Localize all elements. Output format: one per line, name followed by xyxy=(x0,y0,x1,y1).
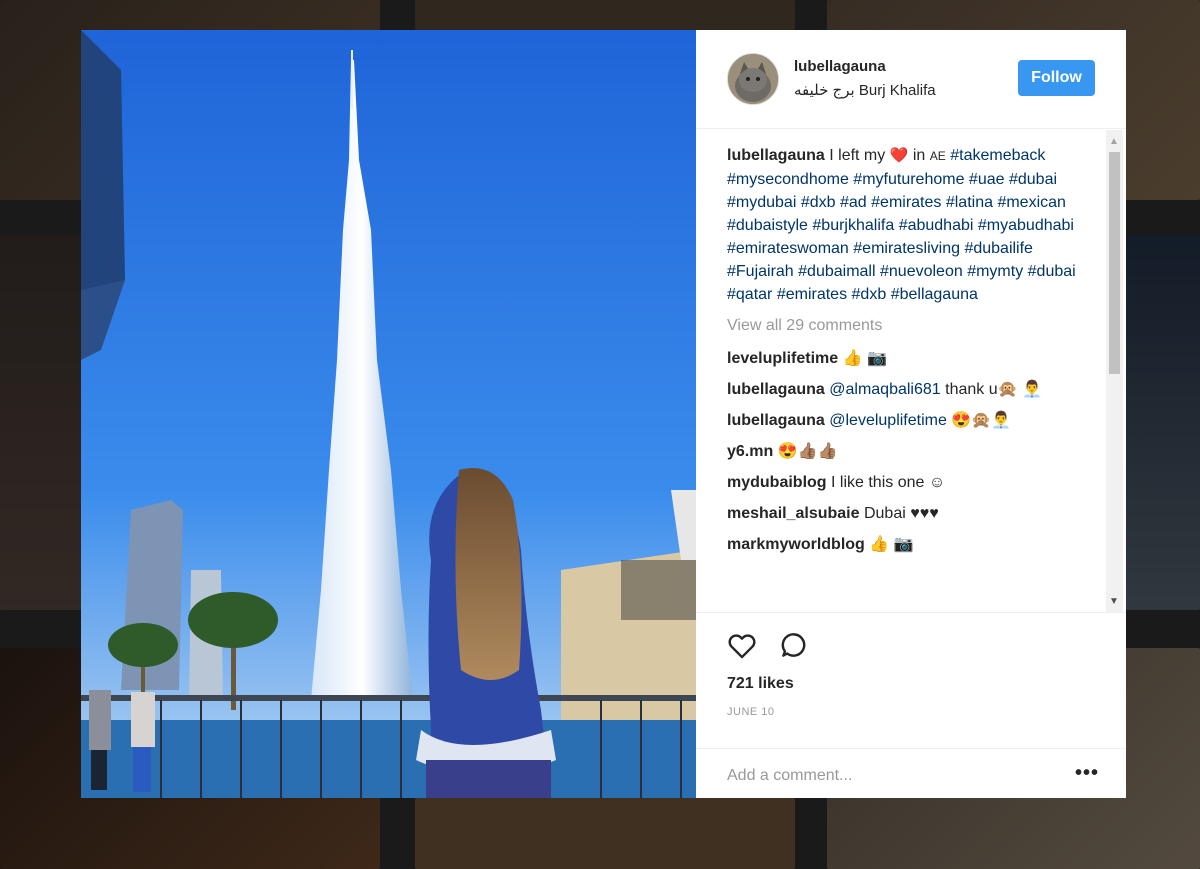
comment-text: 👍 📷 xyxy=(869,536,914,553)
scrollbar-thumb[interactable] xyxy=(1109,152,1120,374)
comment-username[interactable]: leveluplifetime xyxy=(727,350,838,367)
caption-text: I left my xyxy=(829,147,886,164)
comment-item: markmyworldblog 👍 📷 xyxy=(727,533,1102,556)
hashtag-link[interactable]: #qatar xyxy=(727,286,772,303)
hashtag-link[interactable]: #latina xyxy=(946,194,993,211)
comment-item: mydubaiblog I like this one ☺ xyxy=(727,471,1102,494)
comment-username[interactable]: mydubaiblog xyxy=(727,474,827,491)
hashtag-link[interactable]: #nuevoleon xyxy=(880,263,963,280)
comment-username[interactable]: lubellagauna xyxy=(727,381,825,398)
comment-text: 👍 📷 xyxy=(842,350,887,367)
hashtag-link[interactable]: #dubai xyxy=(1009,171,1057,188)
add-comment-input[interactable] xyxy=(725,759,1059,793)
comment-item: lubellagauna @leveluplifetime 😍🙊👨‍💼 xyxy=(727,409,1102,432)
burj-khalifa-photo xyxy=(81,30,696,798)
likes-count[interactable]: 721 likes xyxy=(727,675,794,693)
hashtag-link[interactable]: #mydubai xyxy=(727,194,796,211)
post-username[interactable]: lubellagauna xyxy=(794,58,886,75)
post-header: lubellagauna برج خليفه Burj Khalifa Foll… xyxy=(696,30,1126,129)
post-location[interactable]: برج خليفه Burj Khalifa xyxy=(794,81,936,99)
avatar[interactable] xyxy=(727,53,779,105)
hashtag-link[interactable]: #burjkhalifa xyxy=(812,217,894,234)
post-photo[interactable] xyxy=(81,30,696,798)
post-modal: lubellagauna برج خليفه Burj Khalifa Foll… xyxy=(81,30,1126,798)
comment-text: thank u🙊 👨‍💼 xyxy=(945,381,1042,398)
hashtag-link[interactable]: #myabudhabi xyxy=(978,217,1074,234)
hashtag-link[interactable]: #abudhabi xyxy=(899,217,974,234)
comment-mention[interactable]: @almaqbali681 xyxy=(829,381,940,398)
more-options-button[interactable]: ••• xyxy=(1075,762,1099,785)
flag-ae-icon: AE xyxy=(929,149,946,163)
post-actions: 721 likes JUNE 10 ••• xyxy=(696,612,1126,799)
comment-item: y6.mn 😍👍🏽👍🏽 xyxy=(727,440,1102,463)
comment-text: I like this one ☺ xyxy=(831,474,946,491)
comment-item: leveluplifetime 👍 📷 xyxy=(727,347,1102,370)
scroll-up-arrow-icon[interactable]: ▲ xyxy=(1109,136,1119,147)
like-button[interactable] xyxy=(725,628,759,662)
hashtag-link[interactable]: #dxb xyxy=(801,194,836,211)
hashtag-link[interactable]: #takemeback xyxy=(950,147,1045,164)
hashtag-link[interactable]: #dubaistyle xyxy=(727,217,808,234)
comment-mention[interactable]: @leveluplifetime xyxy=(829,412,947,429)
comment-rows: leveluplifetime 👍 📷 lubellagauna @almaqba… xyxy=(727,347,1102,556)
hashtag-link[interactable]: #emirates xyxy=(871,194,941,211)
heart-outline-icon xyxy=(728,634,756,659)
caption: lubellagauna I left my ❤️ in AE #takemeb… xyxy=(727,144,1102,306)
hashtag-link[interactable]: #bellagauna xyxy=(891,286,978,303)
caption-hashtags: #takemeback #mysecondhome #myfuturehome … xyxy=(727,147,1076,303)
comment-text: 😍👍🏽👍🏽 xyxy=(777,443,838,460)
follow-button[interactable]: Follow xyxy=(1018,60,1095,96)
scroll-down-arrow-icon[interactable]: ▼ xyxy=(1109,596,1119,607)
hashtag-link[interactable]: #emiratesliving xyxy=(853,240,960,257)
post-details-panel: lubellagauna برج خليفه Burj Khalifa Foll… xyxy=(696,30,1126,798)
view-all-comments-link[interactable]: View all 29 comments xyxy=(727,314,1102,337)
hashtag-link[interactable]: #emirateswoman xyxy=(727,240,849,257)
hashtag-link[interactable]: #mysecondhome xyxy=(727,171,849,188)
hashtag-link[interactable]: #Fujairah xyxy=(727,263,794,280)
hashtag-link[interactable]: #emirates xyxy=(777,286,847,303)
comment-username[interactable]: lubellagauna xyxy=(727,412,825,429)
hashtag-link[interactable]: #mexican xyxy=(997,194,1065,211)
hashtag-link[interactable]: #dxb xyxy=(852,286,887,303)
comments-list[interactable]: lubellagauna I left my ❤️ in AE #takemeb… xyxy=(727,144,1102,612)
comment-text: Dubai ♥♥♥ xyxy=(863,505,939,522)
comment-username[interactable]: meshail_alsubaie xyxy=(727,505,860,522)
comment-item: lubellagauna @almaqbali681 thank u🙊 👨‍💼 xyxy=(727,378,1102,401)
hashtag-link[interactable]: #dubai xyxy=(1028,263,1076,280)
hashtag-link[interactable]: #myfuturehome xyxy=(853,171,964,188)
speech-bubble-icon xyxy=(781,633,806,657)
post-date[interactable]: JUNE 10 xyxy=(727,706,775,718)
heart-emoji-icon: ❤️ xyxy=(889,147,909,164)
caption-username[interactable]: lubellagauna xyxy=(727,147,825,164)
caption-text-in: in xyxy=(912,147,926,164)
hashtag-link[interactable]: #dubailife xyxy=(964,240,1033,257)
comment-item: meshail_alsubaie Dubai ♥♥♥ xyxy=(727,502,1102,525)
hashtag-link[interactable]: #mymty xyxy=(967,263,1023,280)
hashtag-link[interactable]: #ad xyxy=(840,194,867,211)
comment-username[interactable]: y6.mn xyxy=(727,443,773,460)
comment-button[interactable] xyxy=(777,628,811,662)
hashtag-link[interactable]: #uae xyxy=(969,171,1005,188)
comment-username[interactable]: markmyworldblog xyxy=(727,536,865,553)
comment-text: 😍🙊👨‍💼 xyxy=(951,412,1012,429)
cat-avatar-icon xyxy=(728,54,778,104)
hashtag-link[interactable]: #dubaimall xyxy=(798,263,875,280)
add-comment-bar: ••• xyxy=(696,748,1126,800)
